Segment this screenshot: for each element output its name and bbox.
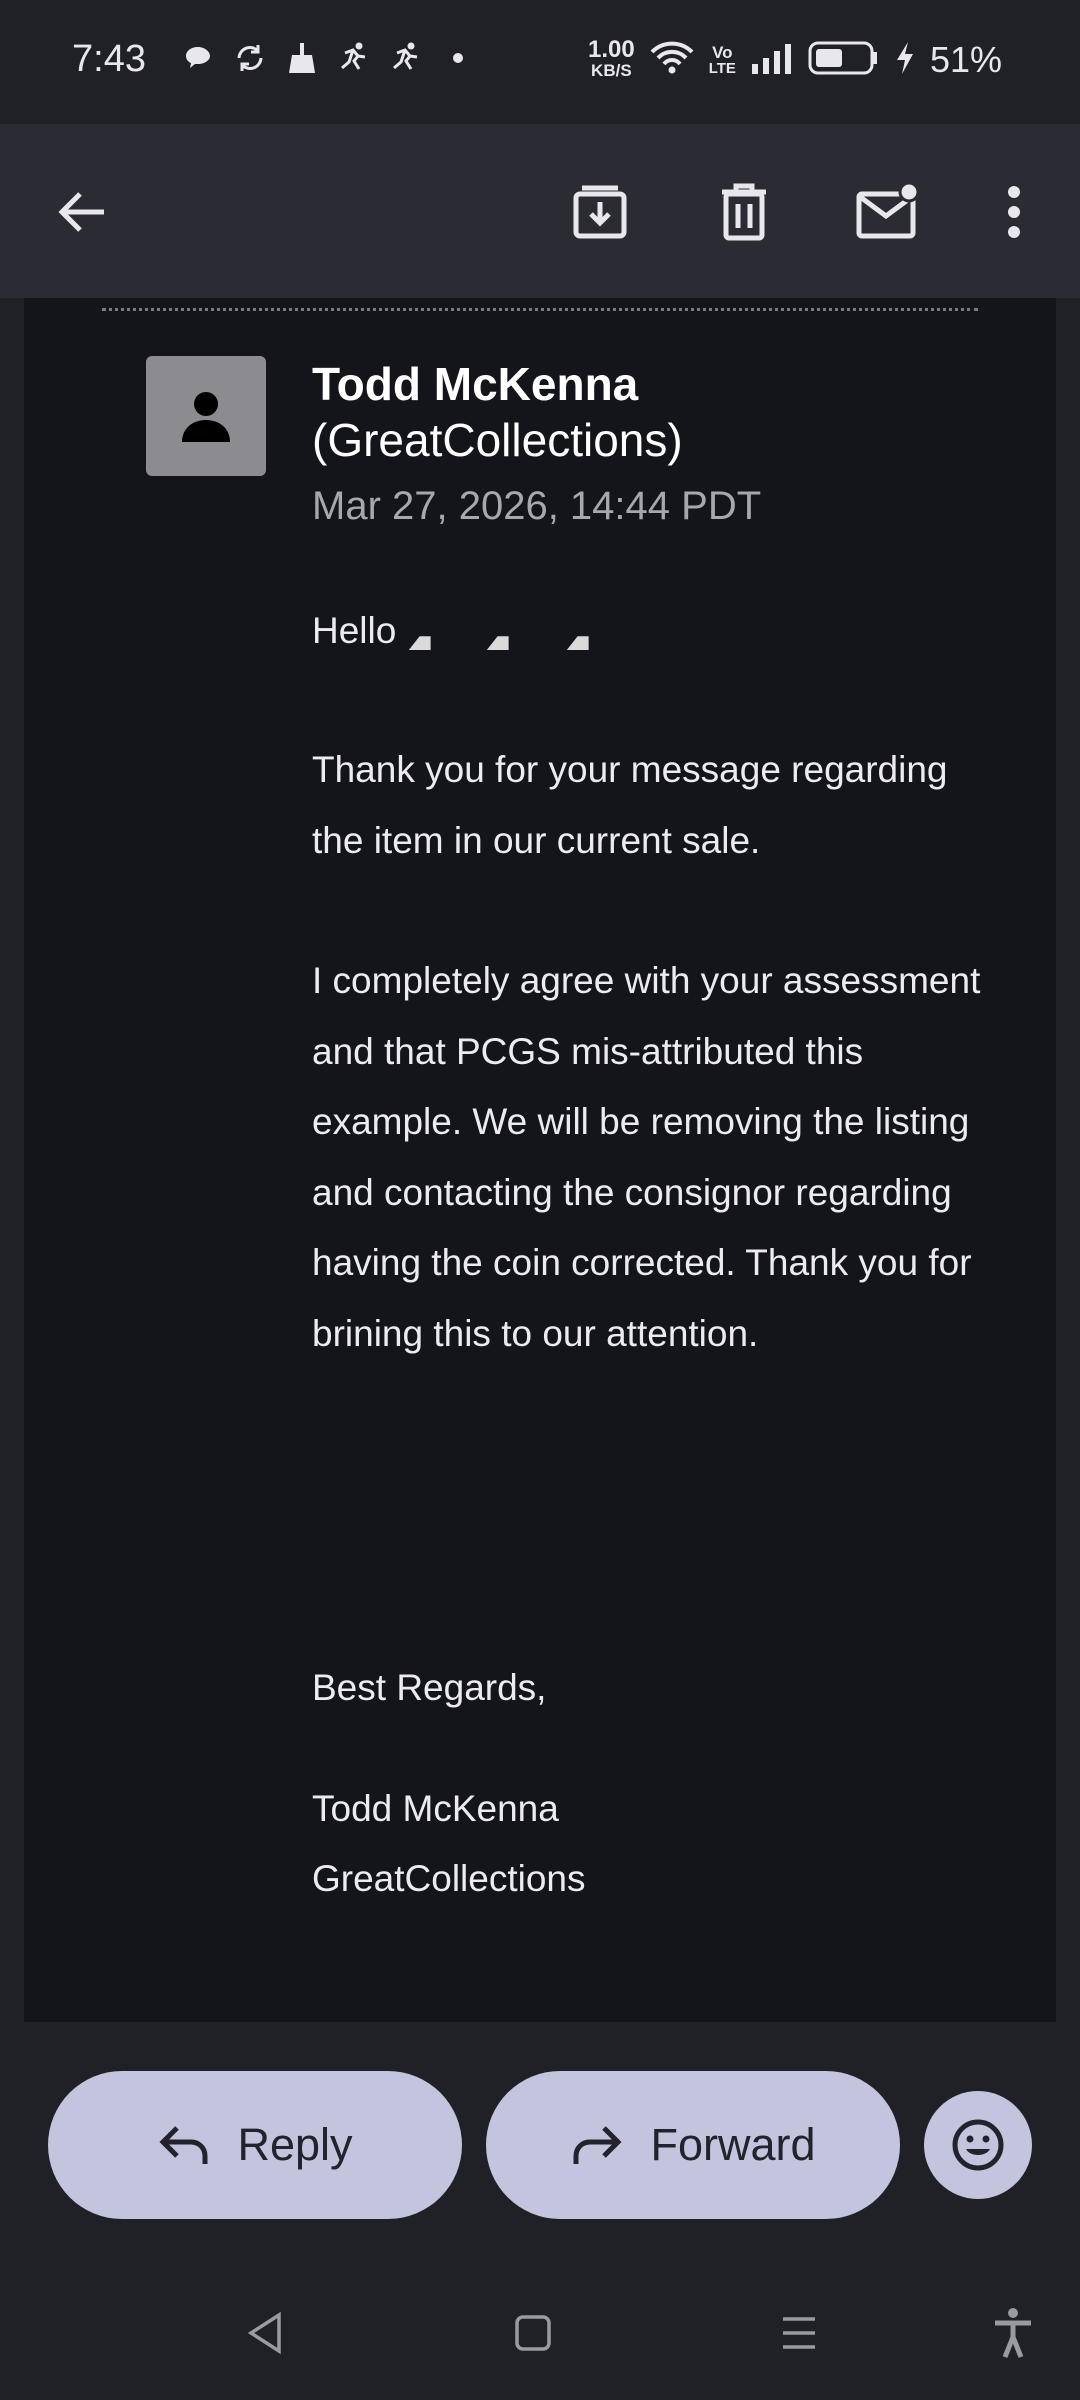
more-vert-icon[interactable]	[974, 172, 1054, 252]
greeting: Hello	[312, 610, 397, 651]
volte-label-top: Vo	[712, 43, 733, 62]
message-paragraph: Thank you for your message regarding the…	[312, 749, 948, 861]
status-right: 1.00 KB/S Vo LTE 51%	[588, 30, 1080, 90]
nav-home-icon[interactable]	[498, 2298, 568, 2368]
delete-icon[interactable]	[704, 172, 784, 252]
person-icon	[182, 392, 230, 442]
reply-icon	[159, 2126, 208, 2164]
emoji-reaction-button[interactable]	[924, 2091, 1032, 2199]
message-paragraph: I completely agree with your assessment …	[312, 960, 981, 1354]
signature-org: GreatCollections	[312, 1858, 586, 1899]
reply-button[interactable]: Reply	[48, 2071, 462, 2219]
sync-icon	[232, 40, 268, 76]
network-speed-unit: KB/S	[591, 61, 632, 80]
wifi-icon	[649, 40, 695, 81]
battery-percent: 51%	[929, 39, 1002, 80]
nav-recents-icon[interactable]	[764, 2298, 834, 2368]
avatar[interactable]	[146, 356, 266, 476]
sender-name: Todd McKenna	[312, 358, 639, 410]
signal-icon	[750, 42, 794, 79]
nav-back-icon[interactable]	[230, 2298, 300, 2368]
battery-icon	[808, 40, 880, 81]
signature-name: Todd McKenna	[312, 1788, 559, 1829]
forward-button[interactable]: Forward	[486, 2071, 900, 2219]
status-bar: 7:43 1.00 KB/S Vo LTE 51%	[0, 0, 1080, 124]
smiley-icon	[952, 2119, 1004, 2171]
email-toolbar	[0, 124, 1080, 298]
volte-indicator: Vo LTE	[709, 44, 736, 76]
signature: Todd McKenna GreatCollections	[312, 1774, 586, 1914]
mark-unread-icon[interactable]	[848, 172, 928, 252]
reply-label: Reply	[237, 2119, 353, 2170]
volte-label-bottom: LTE	[708, 60, 736, 77]
forward-icon	[573, 2126, 623, 2164]
archive-icon[interactable]	[560, 172, 640, 252]
network-speed-value: 1.00	[588, 36, 635, 63]
redacted-name	[407, 616, 597, 651]
closing-line: Best Regards,	[312, 1667, 547, 1708]
forward-label: Forward	[650, 2119, 816, 2170]
notification-icons	[180, 40, 476, 76]
system-nav-bar	[0, 2268, 1080, 2400]
greeting-line: Hello	[312, 596, 1002, 667]
network-speed: 1.00 KB/S	[588, 36, 635, 81]
accessibility-icon[interactable]	[978, 2298, 1048, 2368]
status-time: 7:43	[72, 38, 146, 80]
dot-icon	[440, 40, 476, 76]
message-date: Mar 27, 2026, 14:44 PDT	[312, 484, 762, 528]
chat-bubble-icon	[180, 40, 216, 76]
thread-divider	[102, 308, 978, 311]
sender-org: (GreatCollections)	[312, 414, 683, 466]
back-arrow-icon[interactable]	[42, 172, 122, 252]
runner-icon	[388, 40, 424, 76]
runner-icon	[336, 40, 372, 76]
broom-icon	[284, 40, 320, 76]
sender-header[interactable]: Todd McKenna (GreatCollections) Mar 27, …	[312, 356, 1012, 534]
charging-icon	[894, 40, 916, 81]
